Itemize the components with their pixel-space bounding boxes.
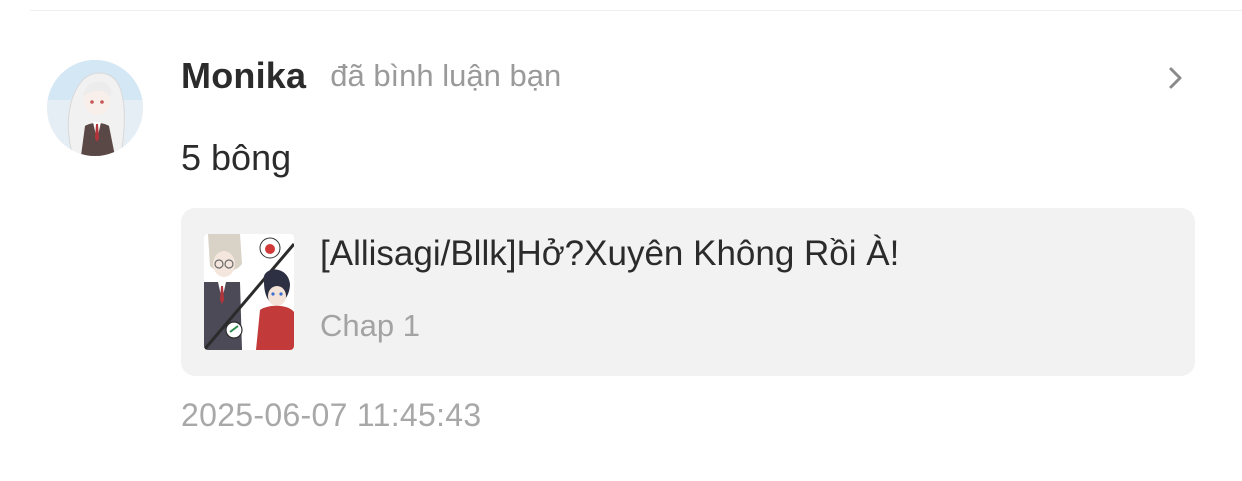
timestamp: 2025-06-07 11:45:43 bbox=[181, 397, 482, 433]
story-title: [Allisagi/Bllk]Hở?Xuyên Không Rồi À! bbox=[320, 234, 900, 273]
notification-header: Monika đã bình luận bạn bbox=[181, 52, 561, 100]
avatar[interactable] bbox=[47, 60, 143, 156]
story-cover bbox=[204, 234, 294, 350]
story-card[interactable]: [Allisagi/Bllk]Hở?Xuyên Không Rồi À! Cha… bbox=[181, 208, 1195, 376]
chevron-right-icon[interactable] bbox=[1160, 62, 1192, 94]
action-text: đã bình luận bạn bbox=[330, 58, 562, 93]
cover-illustration bbox=[204, 234, 294, 350]
top-divider bbox=[30, 10, 1242, 11]
story-chapter: Chap 1 bbox=[320, 308, 420, 343]
avatar-illustration bbox=[47, 60, 143, 156]
username[interactable]: Monika bbox=[181, 55, 306, 97]
comment-text: 5 bông bbox=[181, 137, 292, 178]
